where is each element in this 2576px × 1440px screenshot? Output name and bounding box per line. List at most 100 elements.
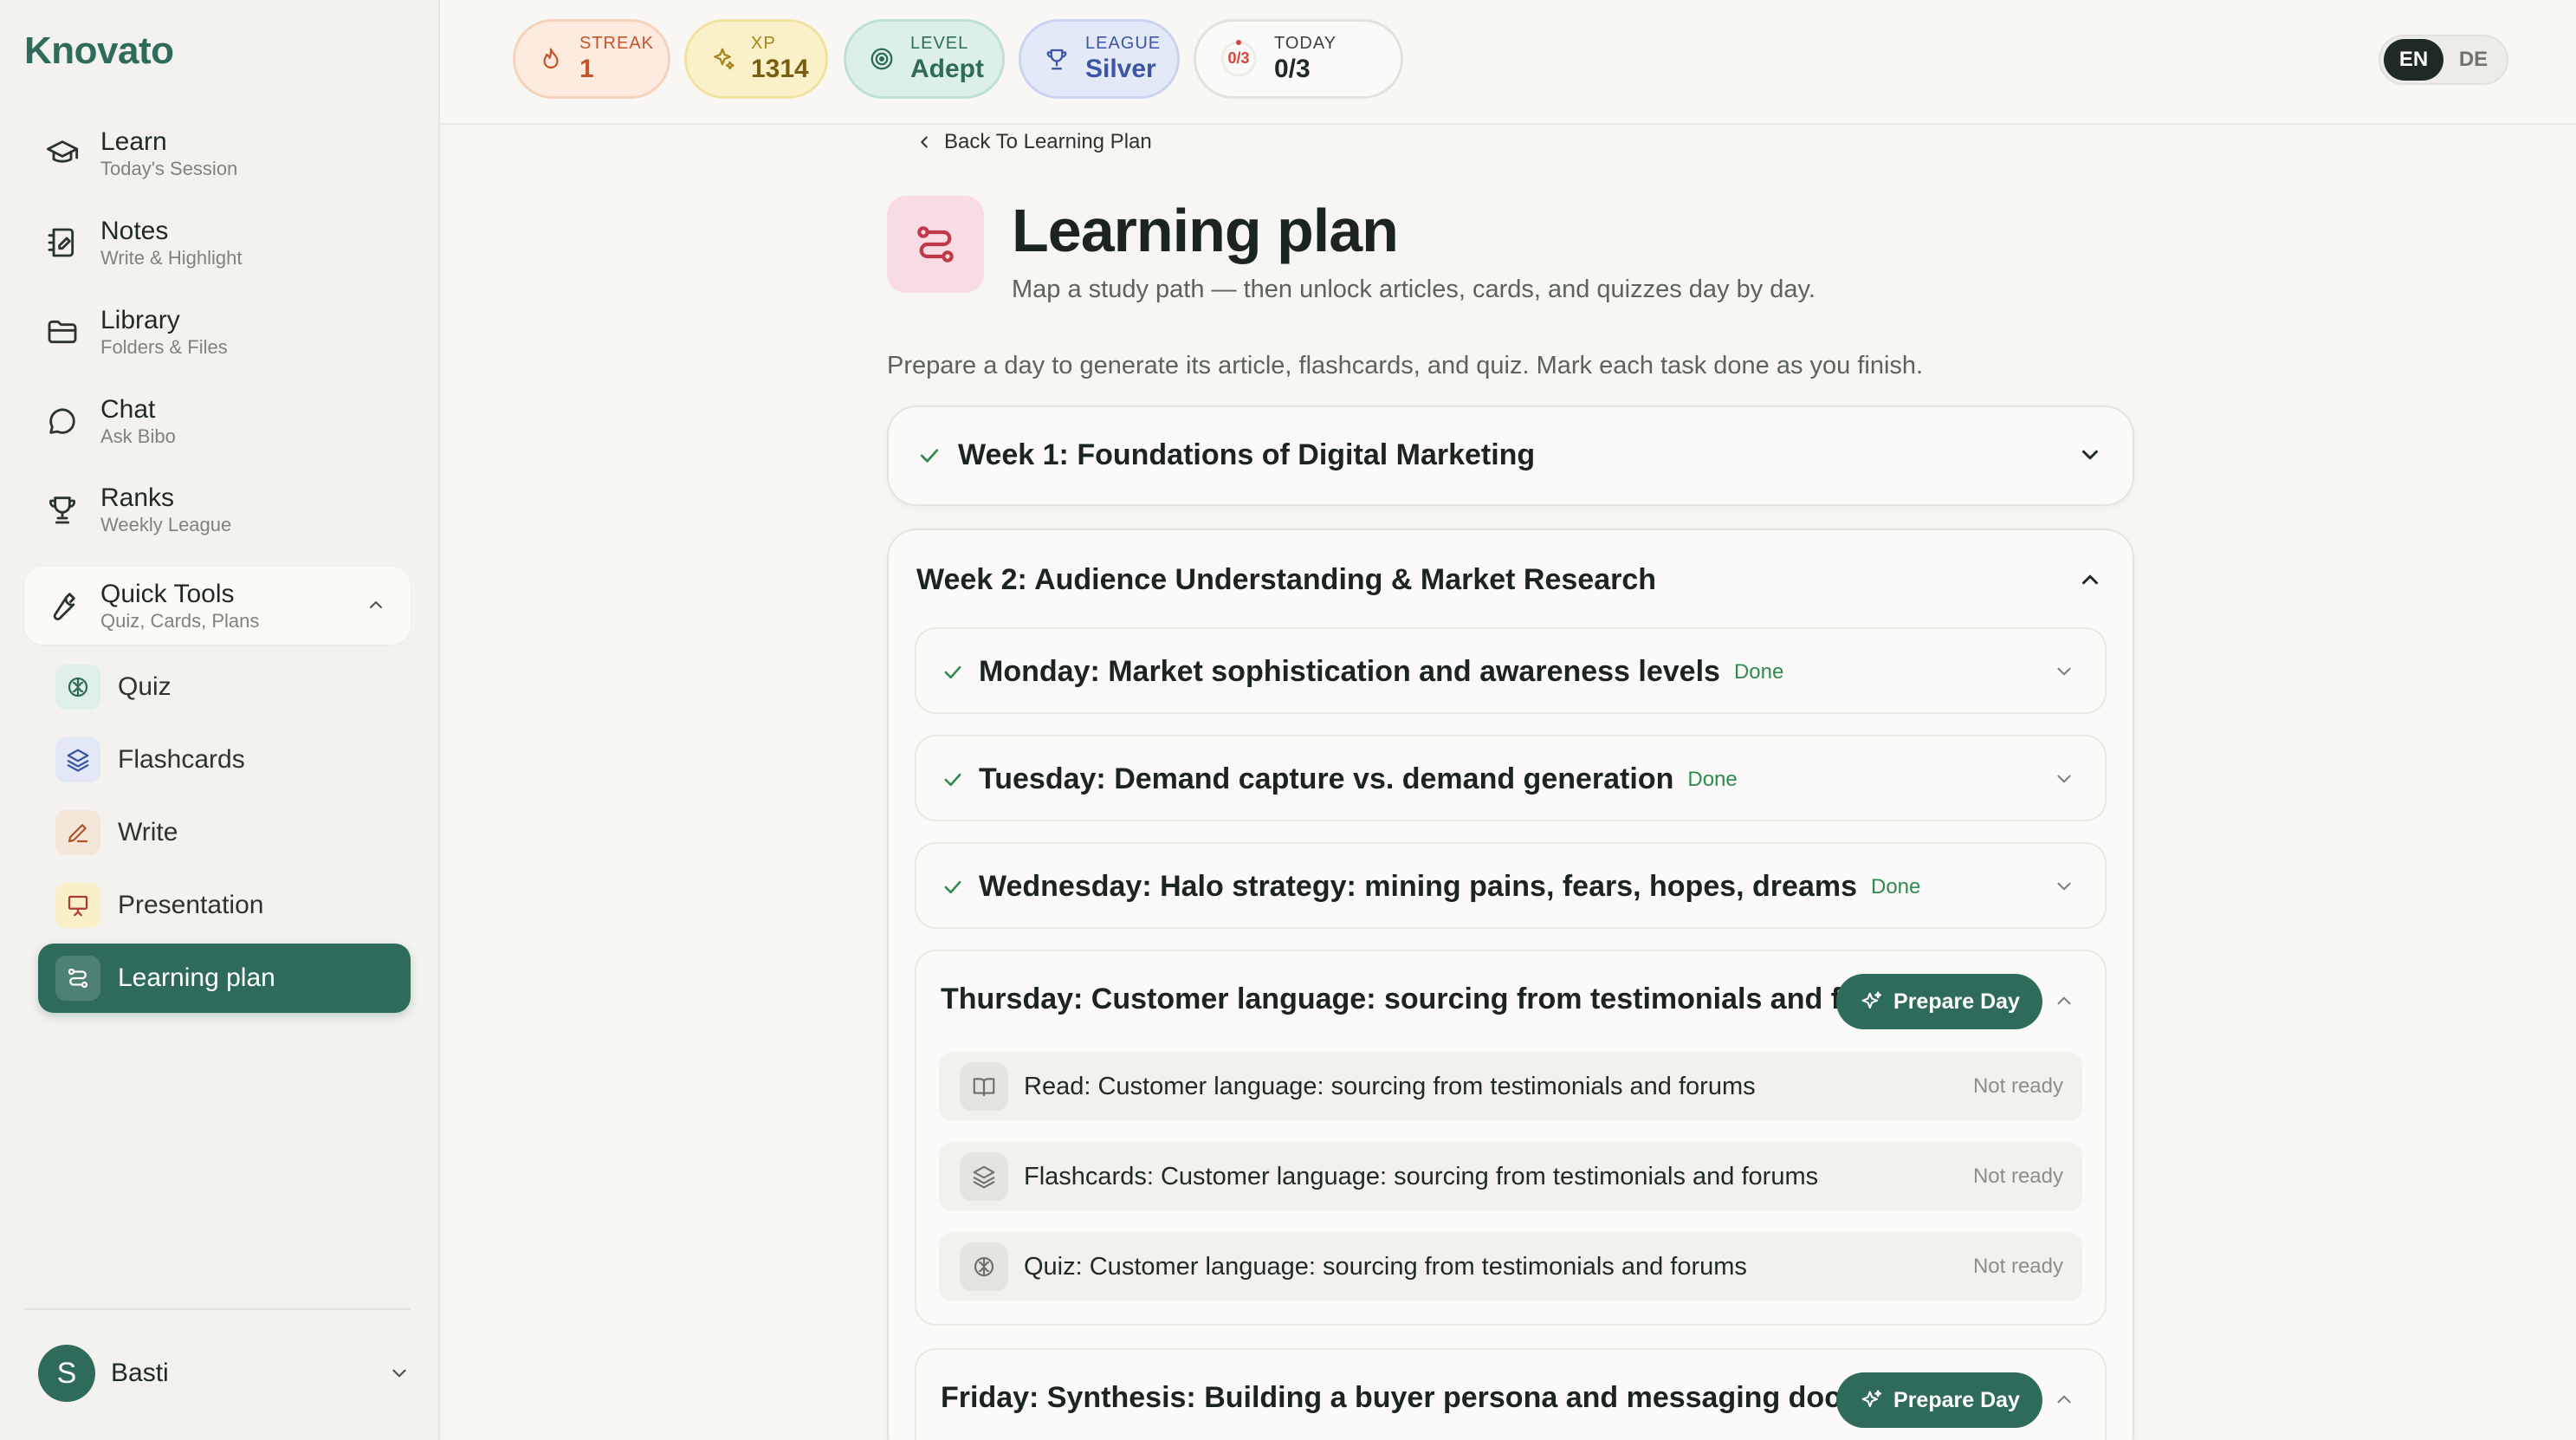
sparkles-icon [1859, 1388, 1893, 1412]
day-monday[interactable]: Monday: Market sophistication and awaren… [915, 627, 2107, 714]
day-title: Wednesday: Halo strategy: mining pains, … [979, 870, 1857, 903]
back-link[interactable]: Back To Learning Plan [915, 128, 1152, 156]
day-title: Thursday: Customer language: sourcing fr… [941, 983, 1888, 1015]
app-logo[interactable]: Knovato [24, 29, 174, 73]
progress-ring-icon: 0/3 [1219, 39, 1259, 79]
presentation-icon [55, 883, 100, 928]
page-subtitle: Map a study path — then unlock articles,… [1012, 276, 1815, 303]
sidebar-item-title: Notes [100, 217, 169, 245]
check-icon [916, 443, 942, 469]
chevron-down-icon[interactable] [388, 1362, 411, 1385]
chevron-up-icon[interactable] [2053, 1388, 2075, 1411]
language-de[interactable]: DE [2443, 39, 2503, 81]
chevron-up-icon[interactable] [2053, 989, 2075, 1012]
graduation-cap-icon [24, 136, 100, 171]
layers-icon [960, 1152, 1008, 1201]
chevron-down-icon[interactable] [2053, 660, 2075, 683]
chevron-up-icon[interactable] [2077, 567, 2103, 593]
task-read[interactable]: Read: Customer language: sourcing from t… [939, 1052, 2082, 1121]
level-label: LEVEL [910, 34, 969, 53]
sidebar: Knovato Learn Today's Session Notes Writ… [0, 0, 440, 1440]
trophy-icon [1044, 46, 1070, 72]
language-en[interactable]: EN [2384, 39, 2443, 81]
task-label: Flashcards: Customer language: sourcing … [1024, 1162, 1819, 1190]
brain-icon [960, 1242, 1008, 1291]
day-friday: Friday: Synthesis: Building a buyer pers… [915, 1348, 2107, 1440]
week-header[interactable]: Week 2: Audience Understanding & Market … [916, 563, 1656, 597]
week-title: Week 2: Audience Understanding & Market … [916, 563, 1657, 596]
sidebar-item-learn[interactable]: Learn Today's Session [24, 114, 411, 192]
sparkles-icon [709, 46, 735, 72]
day-header[interactable]: Friday: Synthesis: Building a buyer pers… [941, 1381, 1888, 1415]
tool-label: Presentation [118, 891, 264, 919]
page-title: Learning plan [1012, 197, 1399, 264]
task-status: Not ready [1972, 1164, 2063, 1188]
xp-value: 1314 [751, 55, 809, 83]
tool-presentation[interactable]: Presentation [38, 871, 411, 940]
league-value: Silver [1085, 55, 1156, 83]
day-title: Monday: Market sophistication and awaren… [979, 655, 1720, 688]
today-ring-text: 0/3 [1227, 49, 1250, 67]
day-tuesday[interactable]: Tuesday: Demand capture vs. demand gener… [915, 735, 2107, 821]
tool-label: Write [118, 818, 178, 846]
task-flashcards[interactable]: Flashcards: Customer language: sourcing … [939, 1142, 2082, 1211]
day-header[interactable]: Thursday: Customer language: sourcing fr… [941, 983, 1888, 1016]
sidebar-item-chat[interactable]: Chat Ask Bibo [24, 382, 411, 460]
today-badge[interactable]: 0/3 TODAY 0/3 [1194, 19, 1403, 99]
sidebar-item-subtitle: Today's Session [100, 158, 238, 179]
route-icon [55, 956, 100, 1001]
prepare-day-button[interactable]: Prepare Day [1836, 974, 2042, 1029]
streak-label: STREAK [579, 34, 655, 53]
prepare-day-button[interactable]: Prepare Day [1836, 1372, 2042, 1428]
target-icon [869, 46, 895, 72]
status-badge: Done [1687, 767, 1738, 791]
chevron-down-icon[interactable] [2053, 768, 2075, 790]
sidebar-item-title: Library [100, 306, 180, 334]
day-title: Tuesday: Demand capture vs. demand gener… [979, 762, 1674, 795]
task-status: Not ready [1972, 1074, 2063, 1098]
sidebar-item-subtitle: Quiz, Cards, Plans [100, 610, 260, 632]
prepare-day-label: Prepare Day [1893, 989, 2020, 1014]
tool-quiz[interactable]: Quiz [38, 652, 411, 722]
week-card-1[interactable]: Week 1: Foundations of Digital Marketing [887, 405, 2134, 506]
folder-icon [24, 315, 100, 349]
sidebar-item-ranks[interactable]: Ranks Weekly League [24, 470, 411, 548]
user-menu[interactable]: S Basti [38, 1345, 411, 1402]
today-label: TODAY [1274, 34, 1337, 53]
tool-flashcards[interactable]: Flashcards [38, 725, 411, 795]
check-icon [941, 768, 965, 792]
sidebar-item-title: Ranks [100, 483, 175, 512]
status-badge: Done [1871, 874, 1921, 898]
chevron-down-icon[interactable] [2053, 875, 2075, 898]
route-icon [887, 196, 984, 293]
task-status: Not ready [1972, 1255, 2063, 1278]
sidebar-divider [24, 1308, 411, 1310]
chevron-down-icon[interactable] [2077, 442, 2103, 468]
sidebar-item-notes[interactable]: Notes Write & Highlight [24, 204, 411, 282]
flame-icon [538, 46, 564, 72]
xp-badge[interactable]: XP 1314 [684, 19, 828, 99]
day-wednesday[interactable]: Wednesday: Halo strategy: mining pains, … [915, 842, 2107, 929]
notebook-icon [24, 225, 100, 260]
sidebar-item-quick-tools[interactable]: Quick Tools Quiz, Cards, Plans [24, 567, 411, 645]
user-name: Basti [111, 1359, 169, 1387]
tool-write[interactable]: Write [38, 798, 411, 867]
wrench-icon [24, 588, 100, 623]
chevron-up-icon[interactable] [366, 594, 386, 615]
check-icon [941, 660, 965, 684]
sidebar-item-library[interactable]: Library Folders & Files [24, 293, 411, 371]
task-quiz[interactable]: Quiz: Customer language: sourcing from t… [939, 1232, 2082, 1301]
tool-learning-plan[interactable]: Learning plan [38, 944, 411, 1013]
book-icon [960, 1062, 1008, 1111]
prepare-day-label: Prepare Day [1893, 1387, 2020, 1412]
trophy-icon [24, 492, 100, 527]
task-label: Quiz: Customer language: sourcing from t… [1024, 1252, 1747, 1281]
brain-icon [55, 665, 100, 710]
league-badge[interactable]: LEAGUE Silver [1019, 19, 1180, 99]
level-badge[interactable]: LEVEL Adept [844, 19, 1005, 99]
tool-label: Flashcards [118, 745, 245, 774]
top-bar: STREAK 1 XP 1314 LEVEL Adept LEAGUE Silv… [440, 0, 2576, 125]
streak-badge[interactable]: STREAK 1 [513, 19, 670, 99]
today-value: 0/3 [1274, 55, 1311, 83]
level-value: Adept [910, 55, 984, 83]
